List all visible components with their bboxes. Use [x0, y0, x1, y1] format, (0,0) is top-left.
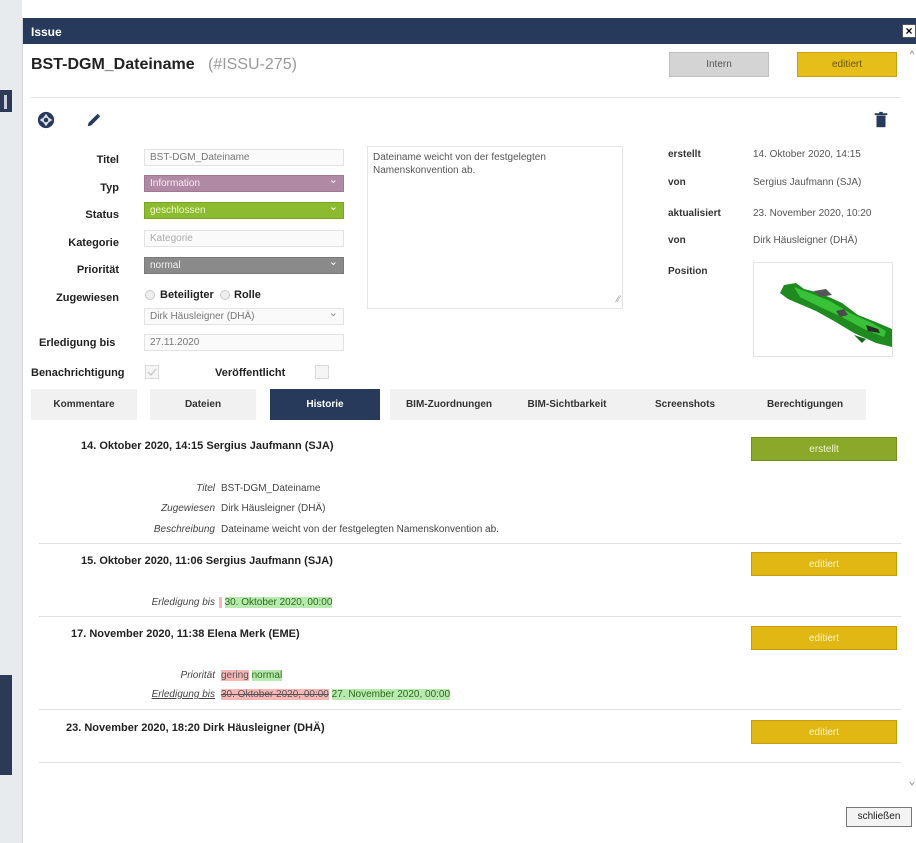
issue-dialog: Issue × BST-DGM_Dateiname (#ISSU-275) In…	[22, 18, 916, 843]
dialog-title: Issue	[31, 25, 62, 39]
radio-beteiligter[interactable]	[145, 290, 155, 300]
label-kategorie: Kategorie	[68, 237, 119, 249]
history-entry-header: 14. Oktober 2020, 14:15 Sergius Jaufmann…	[81, 440, 334, 452]
meta-von2-label: von	[668, 235, 686, 246]
change-key: Erledigung bis	[151, 689, 215, 700]
label-benachrichtigung: Benachrichtigung	[31, 367, 125, 379]
typ-select[interactable]: Information	[144, 175, 344, 192]
description-text: Dateiname weicht von der festgelegten Na…	[373, 152, 546, 176]
prioritaet-select[interactable]: normal	[144, 257, 344, 274]
status-editiert-button[interactable]: editiert	[797, 52, 897, 77]
tab-dateien[interactable]: Dateien	[150, 389, 256, 420]
radio-beteiligter-label: Beteiligter	[160, 289, 214, 301]
change-key: Erledigung bis	[151, 597, 215, 608]
change-value: Dateiname weicht von der festgelegten Na…	[221, 524, 499, 535]
tab-bim-zuordnungen[interactable]: BIM-Zuordnungen	[390, 389, 508, 420]
benachrichtigung-checkbox[interactable]	[145, 365, 159, 379]
veroeffentlicht-checkbox[interactable]	[315, 365, 329, 379]
scrollbar[interactable]	[908, 48, 916, 790]
check-icon	[147, 368, 157, 377]
meta-position-label: Position	[668, 266, 708, 277]
label-titel: Titel	[96, 154, 119, 166]
close-icon[interactable]: ×	[902, 24, 916, 38]
history-divider	[39, 543, 901, 544]
terrain-model-image	[780, 283, 892, 347]
tab-historie[interactable]: Historie	[270, 389, 380, 420]
label-zugewiesen: Zugewiesen	[56, 292, 119, 304]
position-thumbnail[interactable]	[753, 262, 893, 357]
change-new: 27. November 2020, 00:00	[331, 689, 451, 700]
schliessen-button[interactable]: schließen	[846, 807, 912, 827]
history-divider	[39, 762, 901, 763]
radio-rolle[interactable]	[220, 290, 230, 300]
tab-screenshots[interactable]: Screenshots	[626, 389, 744, 420]
history-divider	[39, 709, 901, 710]
intern-button[interactable]: Intern	[669, 52, 769, 77]
meta-von1-value: Sergius Jaufmann (SJA)	[753, 177, 862, 188]
change-old: gering	[221, 670, 249, 681]
meta-aktualisiert-value: 23. November 2020, 10:20	[753, 208, 872, 219]
label-prioritaet: Priorität	[76, 264, 119, 276]
change-value: BST-DGM_Dateiname	[221, 483, 321, 494]
resize-handle-icon[interactable]: ⁄⁄	[617, 293, 620, 306]
radio-rolle-label: Rolle	[234, 289, 261, 301]
meta-erstellt-value: 14. Oktober 2020, 14:15	[753, 149, 861, 160]
change-key: Zugewiesen	[161, 503, 215, 514]
dialog-titlebar: Issue ×	[23, 18, 916, 44]
meta-von1-label: von	[668, 177, 686, 188]
change-new: normal	[251, 670, 283, 681]
tab-berechtigungen[interactable]: Berechtigungen	[744, 389, 866, 420]
change-value: 30. Oktober 2020, 00:00 27. November 202…	[221, 689, 451, 700]
label-veroeffentlicht: Veröffentlicht	[215, 367, 286, 379]
camera-aperture-icon[interactable]	[37, 111, 55, 129]
change-value: 30. Oktober 2020, 00:00	[219, 597, 333, 608]
background-strip	[0, 675, 12, 775]
issue-id: (#ISSU-275)	[208, 56, 297, 73]
titel-input[interactable]: BST-DGM_Dateiname	[144, 149, 344, 166]
history-badge-editiert[interactable]: editiert	[751, 552, 897, 576]
history-badge-erstellt[interactable]: erstellt	[751, 437, 897, 461]
change-new: 30. Oktober 2020, 00:00	[224, 597, 333, 608]
change-key: Titel	[196, 483, 215, 494]
kategorie-input[interactable]: Kategorie	[144, 230, 344, 247]
history-badge-editiert[interactable]: editiert	[751, 626, 897, 650]
label-typ: Typ	[100, 182, 119, 194]
change-value: Dirk Häusleigner (DHÄ)	[221, 503, 326, 514]
pencil-icon[interactable]	[85, 111, 103, 129]
change-value: gering normal	[221, 670, 283, 681]
erledigung-input[interactable]: 27.11.2020	[144, 334, 344, 351]
background-mark	[4, 95, 7, 109]
meta-erstellt-label: erstellt	[668, 149, 701, 160]
history-divider	[39, 616, 901, 617]
background-app-edge	[0, 0, 22, 843]
history-entry-header: 15. Oktober 2020, 11:06 Sergius Jaufmann…	[81, 555, 333, 567]
description-textarea[interactable]: Dateiname weicht von der festgelegten Na…	[367, 146, 623, 309]
history-badge-editiert[interactable]: editiert	[751, 720, 897, 744]
trash-icon[interactable]	[872, 111, 890, 129]
change-old: 30. Oktober 2020, 00:00	[221, 689, 329, 700]
history-entry-header: 17. November 2020, 11:38 Elena Merk (EME…	[71, 628, 300, 640]
tab-bim-sichtbarkeit[interactable]: BIM-Sichtbarkeit	[508, 389, 626, 420]
change-key: Priorität	[180, 670, 215, 681]
meta-aktualisiert-label: aktualisiert	[668, 208, 721, 219]
label-erledigung: Erledigung bis	[39, 337, 116, 349]
tab-bar: Kommentare Dateien Historie BIM-Zuordnun…	[31, 389, 901, 420]
status-select[interactable]: geschlossen	[144, 202, 344, 219]
change-key: Beschreibung	[153, 524, 215, 535]
tab-kommentare[interactable]: Kommentare	[31, 389, 137, 420]
scrollbar-track	[909, 50, 915, 786]
label-status: Status	[85, 209, 119, 221]
issue-name: BST-DGM_Dateiname	[31, 56, 195, 73]
change-deleted-marker	[219, 597, 222, 608]
divider	[31, 97, 901, 98]
zugewiesen-select[interactable]: Dirk Häusleigner (DHÄ)	[144, 308, 344, 325]
history-entry-header: 23. November 2020, 18:20 Dirk Häusleigne…	[66, 722, 325, 734]
meta-von2-value: Dirk Häusleigner (DHÄ)	[753, 235, 858, 246]
